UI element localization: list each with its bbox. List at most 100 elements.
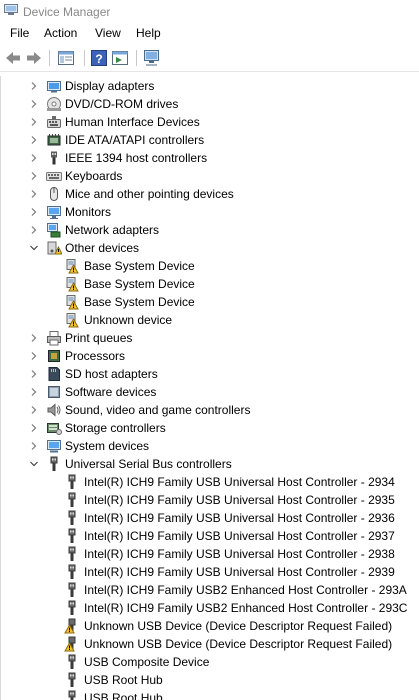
tree-item-label: Other devices <box>65 241 140 255</box>
chevron-right-icon[interactable] <box>28 134 40 146</box>
tree-device[interactable]: Base System Device <box>1 257 419 275</box>
tree-category[interactable]: Universal Serial Bus controllers <box>1 455 419 473</box>
chevron-right-icon[interactable] <box>28 386 40 398</box>
tree-category[interactable]: Storage controllers <box>1 419 419 437</box>
menu-help[interactable]: Help <box>136 26 161 40</box>
menu-view[interactable]: View <box>95 26 121 40</box>
svg-text:?: ? <box>95 52 102 66</box>
chevron-right-icon[interactable] <box>28 440 40 452</box>
forward-arrow-icon[interactable] <box>25 49 43 67</box>
tree-category[interactable]: SD host adapters <box>1 365 419 383</box>
console-tree-icon[interactable] <box>57 49 75 67</box>
tree-category[interactable]: Monitors <box>1 203 419 221</box>
tree-category[interactable]: IDE ATA/ATAPI controllers <box>1 131 419 149</box>
tree-device[interactable]: USB Root Hub <box>1 689 419 700</box>
properties-pane-icon[interactable] <box>111 49 129 67</box>
chevron-right-icon[interactable] <box>28 152 40 164</box>
tree-device[interactable]: Intel(R) ICH9 Family USB Universal Host … <box>1 527 419 545</box>
usb-icon <box>68 654 76 669</box>
warning-device-icon <box>66 313 79 328</box>
other-devices-icon <box>47 241 62 255</box>
tree-category[interactable]: Keyboards <box>1 167 419 185</box>
ieee1394-icon <box>51 151 57 165</box>
chevron-right-icon[interactable] <box>28 332 40 344</box>
tree-device[interactable]: Intel(R) ICH9 Family USB Universal Host … <box>1 563 419 581</box>
tree-device[interactable]: Unknown device <box>1 311 419 329</box>
tree-item-label: USB Composite Device <box>84 655 210 669</box>
tree-category[interactable]: Mice and other pointing devices <box>1 185 419 203</box>
chevron-right-icon[interactable] <box>28 422 40 434</box>
usb-icon <box>68 546 76 561</box>
scan-hardware-icon[interactable] <box>143 49 161 67</box>
tree-item-label: Intel(R) ICH9 Family USB Universal Host … <box>84 529 395 543</box>
tree-item-label: IEEE 1394 host controllers <box>65 151 208 165</box>
chevron-right-icon[interactable] <box>28 170 40 182</box>
chevron-right-icon[interactable] <box>28 404 40 416</box>
menu-file[interactable]: File <box>10 26 29 40</box>
usb-warning-icon <box>64 618 76 634</box>
tree-category[interactable]: Other devices <box>1 239 419 257</box>
storage-controller-icon <box>47 423 62 435</box>
window-title: Device Manager <box>23 5 111 19</box>
sd-adapter-icon <box>48 367 60 381</box>
tree-device[interactable]: Base System Device <box>1 275 419 293</box>
chevron-down-icon[interactable] <box>28 242 40 254</box>
tree-category[interactable]: Display adapters <box>1 77 419 95</box>
tree-device[interactable]: Base System Device <box>1 293 419 311</box>
chevron-right-icon[interactable] <box>28 116 40 128</box>
tree-category[interactable]: Human Interface Devices <box>1 113 419 131</box>
tree-item-label: USB Root Hub <box>84 691 163 700</box>
tree-device[interactable]: Intel(R) ICH9 Family USB2 Enhanced Host … <box>1 581 419 599</box>
back-arrow-icon[interactable] <box>4 49 22 67</box>
tree-device[interactable]: Intel(R) ICH9 Family USB Universal Host … <box>1 545 419 563</box>
tree-device[interactable]: Intel(R) ICH9 Family USB2 Enhanced Host … <box>1 599 419 617</box>
tree-device[interactable]: Unknown USB Device (Device Descriptor Re… <box>1 635 419 653</box>
tree-item-label: Unknown device <box>84 313 173 327</box>
usb-icon <box>68 690 76 700</box>
tree-item-label: USB Root Hub <box>84 673 163 687</box>
tree-category[interactable]: Processors <box>1 347 419 365</box>
tree-category[interactable]: Software devices <box>1 383 419 401</box>
menu-action[interactable]: Action <box>44 26 77 40</box>
tree-category[interactable]: Print queues <box>1 329 419 347</box>
tree-category[interactable]: DVD/CD-ROM drives <box>1 95 419 113</box>
tree-device[interactable]: Intel(R) ICH9 Family USB Universal Host … <box>1 473 419 491</box>
tree-item-label: Mice and other pointing devices <box>65 187 234 201</box>
chevron-right-icon[interactable] <box>28 188 40 200</box>
system-devices-icon <box>47 440 61 453</box>
tree-device[interactable]: USB Root Hub <box>1 671 419 689</box>
usb-icon <box>68 582 76 597</box>
chevron-right-icon[interactable] <box>28 98 40 110</box>
warning-device-icon <box>66 295 79 310</box>
tree-device[interactable]: Intel(R) ICH9 Family USB Universal Host … <box>1 509 419 527</box>
tree-device[interactable]: USB Composite Device <box>1 653 419 671</box>
usb-icon <box>68 528 76 543</box>
printer-icon <box>47 331 61 346</box>
chevron-right-icon[interactable] <box>28 80 40 92</box>
tree-category[interactable]: IEEE 1394 host controllers <box>1 149 419 167</box>
tree-device[interactable]: Intel(R) ICH9 Family USB Universal Host … <box>1 491 419 509</box>
usb-icon <box>68 600 76 615</box>
tree-item-label: Software devices <box>65 385 157 399</box>
device-tree: Display adapters DVD/CD-ROM drives Human I… <box>0 76 419 700</box>
tree-item-label: SD host adapters <box>65 367 158 381</box>
speaker-icon <box>47 403 61 417</box>
tree-category[interactable]: System devices <box>1 437 419 455</box>
network-adapter-icon <box>47 223 61 238</box>
chevron-right-icon[interactable] <box>28 368 40 380</box>
chevron-down-icon[interactable] <box>28 458 40 470</box>
tree-item-label: Network adapters <box>65 223 160 237</box>
tree-item-label: Base System Device <box>84 295 195 309</box>
help-icon[interactable]: ? <box>90 49 108 67</box>
chevron-right-icon[interactable] <box>28 224 40 236</box>
tree-device[interactable]: Unknown USB Device (Device Descriptor Re… <box>1 617 419 635</box>
tree-category[interactable]: Network adapters <box>1 221 419 239</box>
ide-controller-icon <box>47 134 61 146</box>
usb-icon <box>68 510 76 525</box>
usb-warning-icon <box>64 636 76 652</box>
chevron-right-icon[interactable] <box>28 350 40 362</box>
tree-category[interactable]: Sound, video and game controllers <box>1 401 419 419</box>
tree-item-label: Storage controllers <box>65 421 166 435</box>
title-bar: Device Manager <box>0 0 419 23</box>
chevron-right-icon[interactable] <box>28 206 40 218</box>
